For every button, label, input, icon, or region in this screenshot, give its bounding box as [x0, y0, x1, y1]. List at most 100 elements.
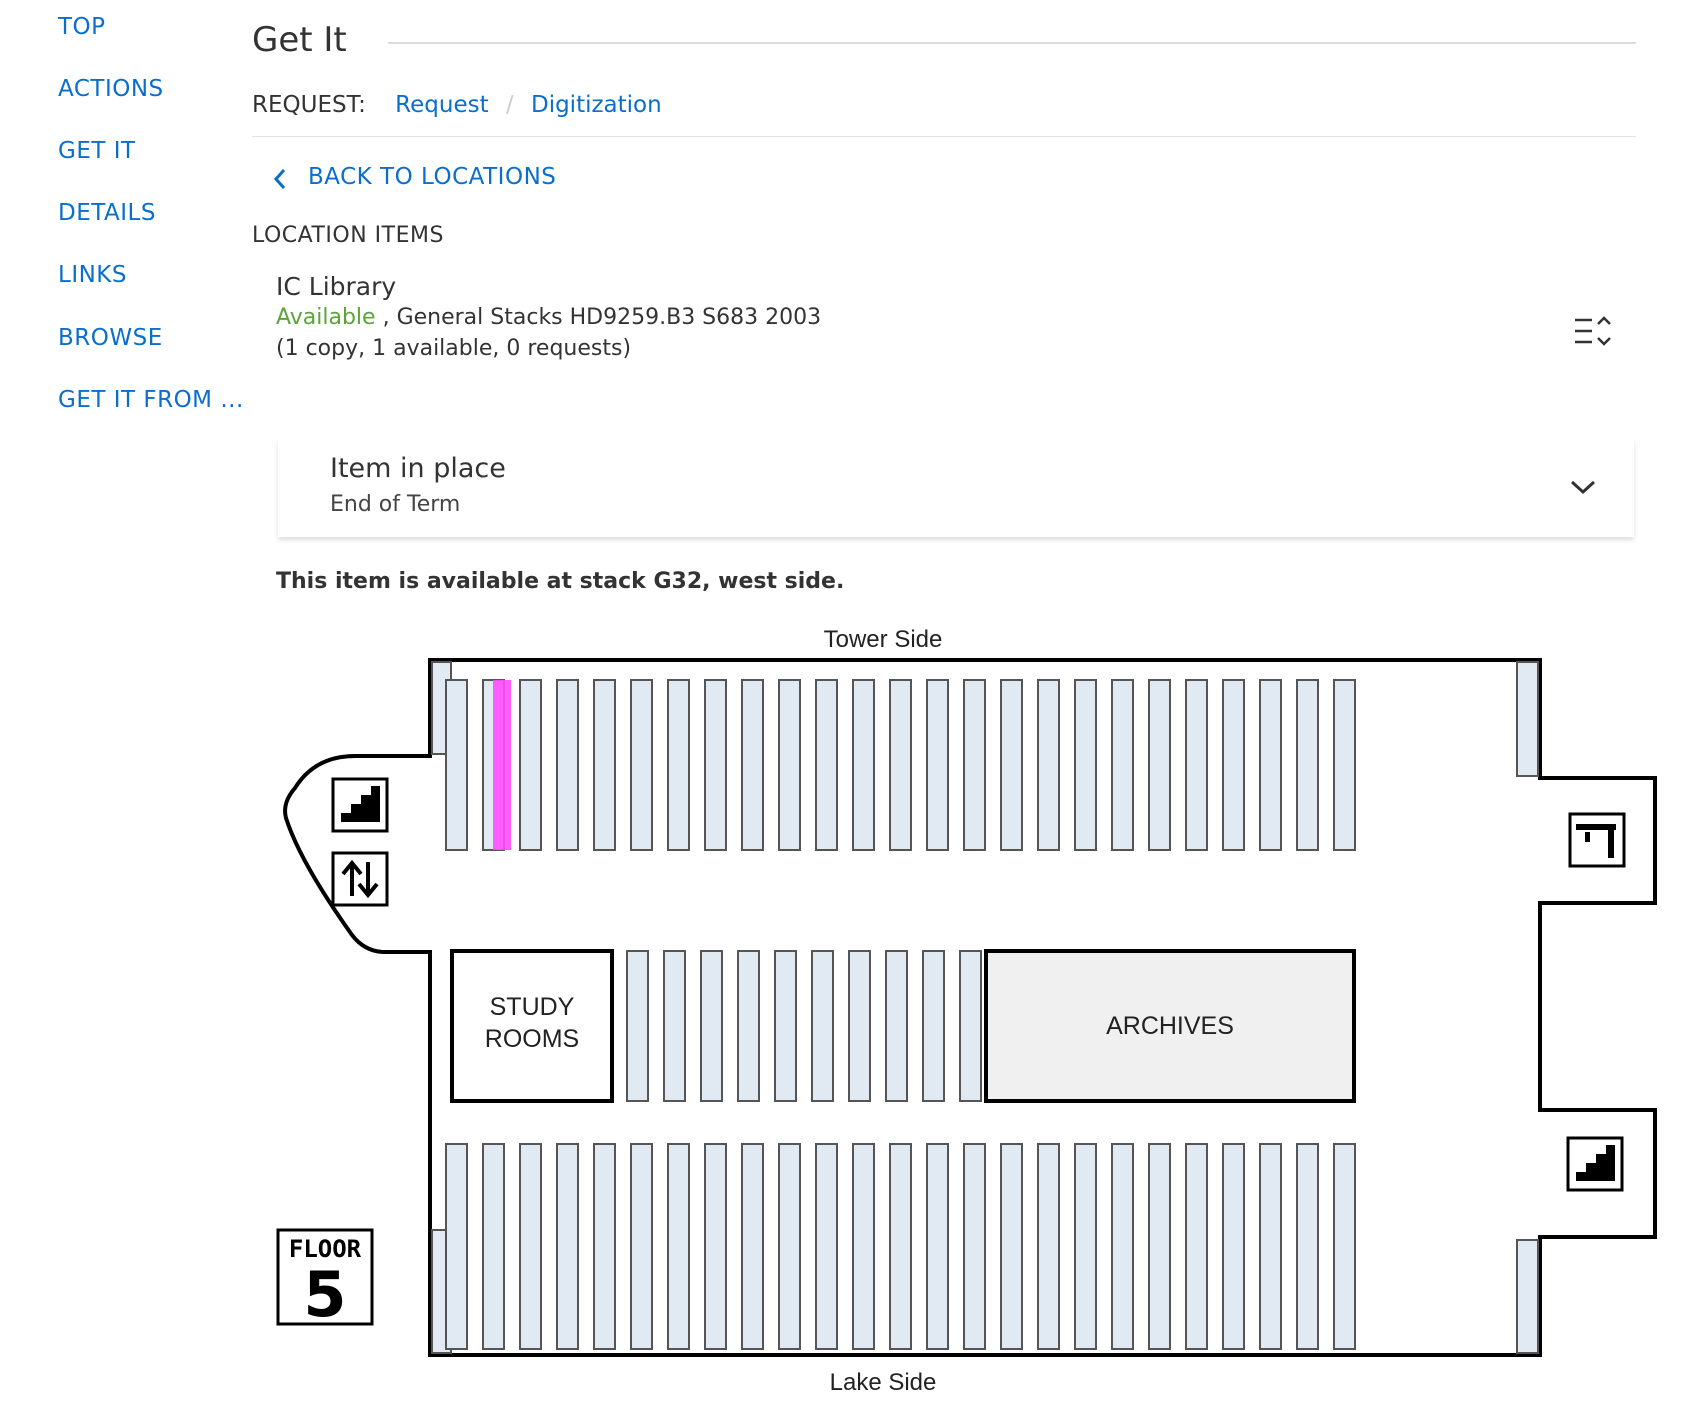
shelf-stack	[556, 1143, 579, 1350]
shelf-stack	[1222, 1143, 1245, 1350]
nav-top[interactable]: TOP	[58, 14, 106, 40]
shelf-stack	[1259, 679, 1282, 851]
study-rooms-label-line2: ROOMS	[485, 1025, 579, 1053]
chevron-down-icon[interactable]	[1568, 477, 1598, 497]
shelf-stack	[667, 679, 690, 851]
shelf-stack	[1259, 1143, 1282, 1350]
shelf-stack	[663, 950, 686, 1102]
nav-links[interactable]: LINKS	[58, 262, 127, 288]
shelf-stack	[741, 679, 764, 851]
shelf-stack	[1000, 1143, 1023, 1350]
request-row: REQUEST: Request / Digitization	[252, 92, 662, 118]
shelf-stack	[667, 1143, 690, 1350]
shelf-stack	[741, 1143, 764, 1350]
shelf-stack	[445, 1143, 468, 1350]
title-divider	[388, 42, 1636, 44]
floor-number: 5	[303, 1258, 346, 1331]
shelf-stack	[811, 950, 834, 1102]
shelf-stack	[778, 679, 801, 851]
shelf-stack	[1037, 1143, 1060, 1350]
nav-get-it[interactable]: GET IT	[58, 138, 136, 164]
shelf-stack	[1000, 679, 1023, 851]
shelf-stack	[963, 1143, 986, 1350]
location-detail: , General Stacks HD9259.B3 S683 2003	[382, 305, 822, 330]
shelf-stack	[1111, 679, 1134, 851]
shelf-stack	[1222, 679, 1245, 851]
location-status-line: Available , General Stacks HD9259.B3 S68…	[276, 305, 821, 330]
floor-map: STUDY ROOMS ARCHIVES Tower Side Lake Sid…	[276, 626, 1657, 1396]
shelf-stack	[1037, 679, 1060, 851]
sort-button[interactable]	[1572, 314, 1614, 350]
shelf-stack	[1148, 679, 1171, 851]
item-card[interactable]: Item in place End of Term	[278, 437, 1634, 537]
shelf-stack	[593, 1143, 616, 1350]
shelf-stack	[885, 950, 908, 1102]
nav-get-it-from[interactable]: GET IT FROM ...	[58, 387, 244, 413]
shelf-stack	[926, 1143, 949, 1350]
wall-strip	[1516, 1239, 1539, 1354]
request-divider	[252, 136, 1636, 137]
shelf-stack	[1111, 1143, 1134, 1350]
shelf-stack	[774, 950, 797, 1102]
shelf-stack	[1074, 679, 1097, 851]
back-to-locations-label: BACK TO LOCATIONS	[308, 164, 557, 190]
floor-badge: FLOOR 5	[276, 1228, 374, 1331]
shelf-stack	[815, 679, 838, 851]
shelf-stack	[926, 679, 949, 851]
shelf-stack	[482, 1143, 505, 1350]
shelf-stack	[1074, 1143, 1097, 1350]
shelf-stack	[630, 679, 653, 851]
nav-actions[interactable]: ACTIONS	[58, 76, 164, 102]
shelf-stack	[1296, 679, 1319, 851]
shelf-stack	[889, 679, 912, 851]
request-link[interactable]: Request	[395, 92, 488, 118]
shelf-stack	[630, 1143, 653, 1350]
shelf-stack	[852, 1143, 875, 1350]
sort-icon	[1575, 316, 1611, 346]
item-status: Item in place	[330, 453, 506, 484]
library-name: IC Library	[276, 272, 397, 301]
shelf-stack	[815, 1143, 838, 1350]
shelf-stack	[963, 679, 986, 851]
shelf-stack	[848, 950, 871, 1102]
digitization-link[interactable]: Digitization	[531, 92, 662, 118]
shelf-stack	[922, 950, 945, 1102]
shelf-stack	[889, 1143, 912, 1350]
shelf-stack	[1185, 1143, 1208, 1350]
shelf-stack	[593, 679, 616, 851]
availability-status: Available	[276, 305, 376, 330]
study-rooms-label-line1: STUDY	[490, 993, 575, 1021]
tower-side-label: Tower Side	[824, 626, 943, 653]
shelf-stack	[519, 679, 542, 851]
shelf-stack	[737, 950, 760, 1102]
shelf-stack	[1333, 679, 1356, 851]
shelf-stack	[852, 679, 875, 851]
request-separator: /	[505, 92, 514, 118]
lake-side-label: Lake Side	[830, 1369, 937, 1396]
shelf-stack	[1333, 1143, 1356, 1350]
shelf-stack	[445, 679, 468, 851]
shelf-stack	[1185, 679, 1208, 851]
shelf-stack	[1148, 1143, 1171, 1350]
shelf-stack	[700, 950, 723, 1102]
stairs-icon	[331, 777, 389, 833]
shelf-stack	[1296, 1143, 1319, 1350]
shelf-stack	[704, 679, 727, 851]
stairs-icon	[1566, 1136, 1624, 1192]
wall-strip	[1516, 661, 1539, 777]
nav-details[interactable]: DETAILS	[58, 200, 156, 226]
shelf-stack	[519, 1143, 542, 1350]
item-policy: End of Term	[330, 492, 461, 517]
location-items-heading: LOCATION ITEMS	[252, 223, 444, 248]
request-label: REQUEST:	[252, 92, 366, 118]
shelf-stack	[556, 679, 579, 851]
elevator-icon	[331, 851, 389, 907]
availability-message: This item is available at stack G32, wes…	[276, 569, 845, 594]
nav-browse[interactable]: BROWSE	[58, 325, 163, 351]
highlighted-stack	[493, 680, 511, 850]
shelf-stack	[959, 950, 982, 1102]
shelf-stack	[704, 1143, 727, 1350]
back-to-locations-button[interactable]: BACK TO LOCATIONS	[272, 164, 556, 190]
shelf-stack	[626, 950, 649, 1102]
restroom-sink-icon	[1568, 812, 1626, 868]
